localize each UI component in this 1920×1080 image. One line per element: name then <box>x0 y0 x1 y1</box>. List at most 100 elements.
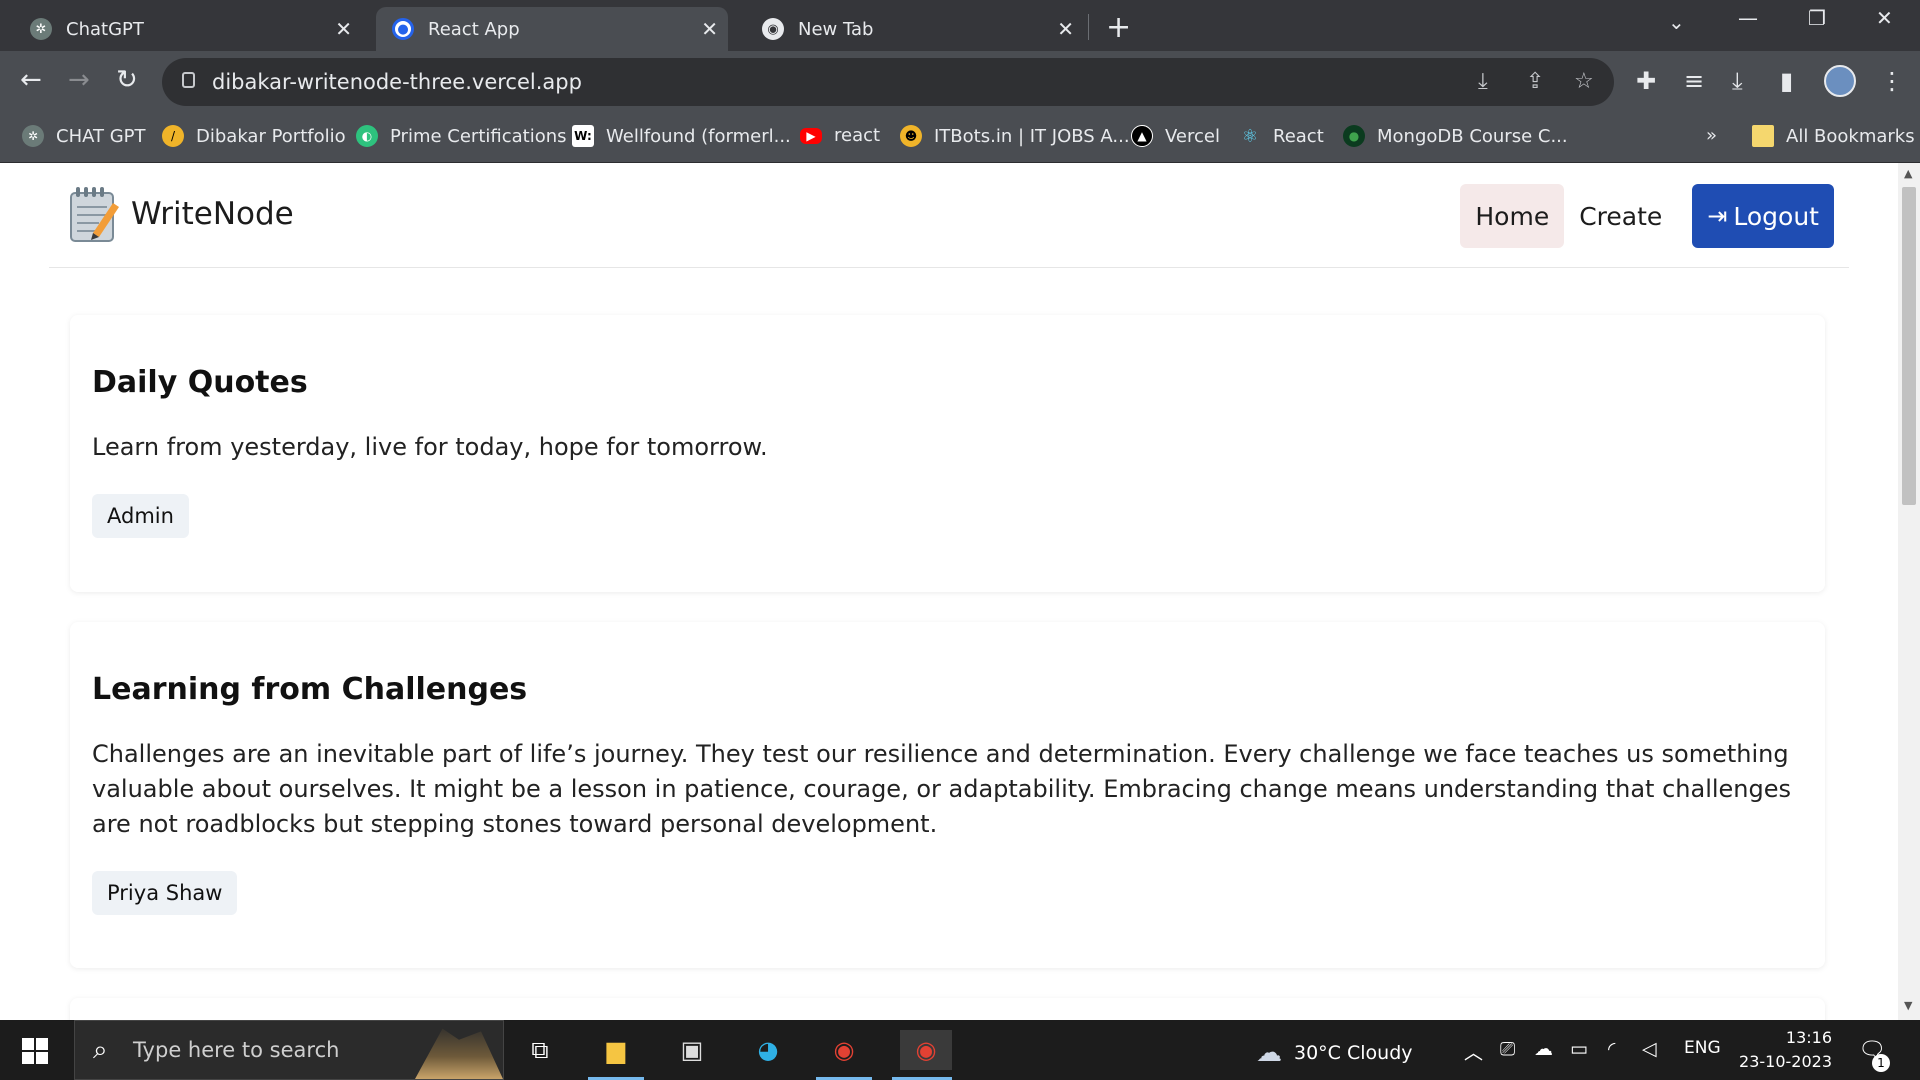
windows-start-icon[interactable] <box>22 1038 48 1064</box>
chrome-profile-icon[interactable]: ◉ <box>824 1030 864 1070</box>
mongodb-icon: ● <box>1343 125 1365 147</box>
tab-chatgpt[interactable]: ✲ ChatGPT ✕ <box>0 7 362 51</box>
tab-title: New Tab <box>798 18 874 40</box>
bookmark-label: CHAT GPT <box>56 125 146 147</box>
back-icon[interactable]: ← <box>20 65 42 95</box>
wifi-icon[interactable]: ◜ <box>1608 1038 1615 1060</box>
author-badge: Admin <box>92 494 189 538</box>
bookmark-react-youtube[interactable]: ▶ react <box>800 125 880 146</box>
clock[interactable]: 13:16 23-10-2023 <box>1732 1026 1832 1074</box>
youtube-icon: ▶ <box>800 127 822 144</box>
bookmark-chat-gpt[interactable]: ✲ CHAT GPT <box>22 125 146 147</box>
scroll-down-icon[interactable]: ▼ <box>1904 999 1912 1012</box>
bookmarks-overflow-icon[interactable]: » <box>1706 125 1717 146</box>
bookmark-itbots[interactable]: ☻ ITBots.in | IT JOBS A... <box>900 125 1130 147</box>
time: 13:16 <box>1785 1028 1832 1047</box>
url-text[interactable]: dibakar-writenode-three.vercel.app <box>212 70 582 94</box>
share-icon[interactable]: ⇪ <box>1526 69 1544 94</box>
taskbar-search[interactable]: ⌕ Type here to search <box>74 1020 504 1080</box>
language-indicator[interactable]: ENG <box>1684 1038 1721 1058</box>
side-panel-icon[interactable]: ▮ <box>1780 67 1793 95</box>
close-tab-icon[interactable]: ✕ <box>1057 17 1074 41</box>
bookmark-star-icon[interactable]: ☆ <box>1574 69 1594 94</box>
all-bookmarks[interactable]: All Bookmarks <box>1752 125 1915 147</box>
weather-widget[interactable]: ☁ 30°C Cloudy <box>1256 1038 1413 1068</box>
browser-toolbar: ← → ↻ dibakar-writenode-three.vercel.app… <box>0 51 1920 113</box>
close-tab-icon[interactable]: ✕ <box>701 17 718 41</box>
notification-count: 1 <box>1872 1054 1890 1072</box>
file-explorer-icon[interactable]: ▆ <box>596 1030 636 1070</box>
edge-icon[interactable]: ◕ <box>748 1030 788 1070</box>
menu-icon[interactable]: ⋮ <box>1880 67 1904 95</box>
web-page: WriteNode Home Create ⇥ Logout Daily Quo… <box>0 163 1898 1020</box>
site-navbar: WriteNode Home Create ⇥ Logout <box>49 163 1849 268</box>
post-body: Challenges are an inevitable part of lif… <box>92 740 1792 838</box>
search-input[interactable]: Type here to search <box>133 1038 339 1062</box>
notepad-logo-icon <box>69 185 119 243</box>
tab-search-icon[interactable]: ⌄ <box>1668 10 1685 34</box>
nav-home[interactable]: Home <box>1460 184 1565 248</box>
post-card: Daily Quotes Learn from yesterday, live … <box>70 315 1825 592</box>
page-scrollbar[interactable]: ▲ ▼ <box>1898 163 1920 1020</box>
terminal-icon[interactable]: ▣ <box>672 1030 712 1070</box>
reload-icon[interactable]: ↻ <box>116 65 138 95</box>
logout-icon: ⇥ <box>1707 202 1728 230</box>
address-bar[interactable]: dibakar-writenode-three.vercel.app ⤓ ⇪ ☆ <box>162 58 1614 106</box>
bookmark-label: React <box>1273 125 1324 147</box>
post-title[interactable]: Daily Quotes <box>92 365 1803 400</box>
chrome-icon: ◉ <box>762 18 784 40</box>
windows-taskbar: ⌕ Type here to search ⧉ ▆ ▣ ◕ ◉ ◉ ☁ 30°C… <box>0 1020 1920 1080</box>
bookmark-prime-certifications[interactable]: ◐ Prime Certifications <box>356 125 567 147</box>
vercel-icon: ▲ <box>1131 125 1153 147</box>
minimize-icon[interactable]: — <box>1738 6 1758 30</box>
bookmark-vercel[interactable]: ▲ Vercel <box>1131 125 1220 147</box>
nav-create[interactable]: Create <box>1564 184 1677 248</box>
prime-icon: ◐ <box>356 125 378 147</box>
task-view-icon[interactable]: ⧉ <box>520 1030 560 1070</box>
bookmark-dibakar-portfolio[interactable]: / Dibakar Portfolio <box>162 125 346 147</box>
restore-icon[interactable]: ❐ <box>1808 6 1826 30</box>
folder-icon <box>1752 125 1774 147</box>
bookmark-label: All Bookmarks <box>1786 125 1915 147</box>
bookmark-react[interactable]: ⚛ React <box>1239 125 1324 147</box>
scrollbar-thumb[interactable] <box>1902 187 1916 505</box>
bookmark-label: Prime Certifications <box>390 125 567 147</box>
post-title[interactable]: Learning from Challenges <box>92 672 1803 707</box>
extensions-icon[interactable]: ✚ <box>1636 67 1656 95</box>
battery-icon[interactable]: ▭ <box>1570 1038 1588 1060</box>
browser-chrome: ✲ ChatGPT ✕ ● React App ✕ ◉ New Tab ✕ + … <box>0 0 1920 163</box>
close-window-icon[interactable]: ✕ <box>1876 6 1893 30</box>
forward-icon[interactable]: → <box>68 65 90 95</box>
brand-name: WriteNode <box>131 196 294 232</box>
tab-new-tab[interactable]: ◉ New Tab ✕ <box>732 7 1084 51</box>
install-app-icon[interactable]: ⤓ <box>1478 69 1488 94</box>
media-queue-icon[interactable]: ≡ <box>1684 67 1704 95</box>
react-app-icon: ● <box>392 18 414 40</box>
downloads-icon[interactable]: ⤓ <box>1732 67 1743 95</box>
onedrive-icon[interactable]: ☁ <box>1534 1038 1553 1060</box>
logout-button[interactable]: ⇥ Logout <box>1692 184 1834 248</box>
new-tab-icon[interactable]: + <box>1106 10 1131 45</box>
author-badge: Priya Shaw <box>92 871 238 915</box>
profile-avatar[interactable] <box>1824 65 1856 97</box>
bookmark-label: ITBots.in | IT JOBS A... <box>934 125 1130 147</box>
meet-now-icon[interactable]: ⎚ <box>1500 1038 1515 1060</box>
chrome-icon[interactable]: ◉ <box>900 1030 952 1070</box>
volume-icon[interactable]: ◁ <box>1642 1038 1657 1060</box>
tab-react-app[interactable]: ● React App ✕ <box>376 7 728 51</box>
lock-icon[interactable] <box>182 72 195 88</box>
bookmark-label: Vercel <box>1165 125 1220 147</box>
wellfound-icon: W: <box>572 125 594 147</box>
close-tab-icon[interactable]: ✕ <box>335 17 352 41</box>
scroll-up-icon[interactable]: ▲ <box>1904 167 1912 180</box>
bookmark-wellfound[interactable]: W: Wellfound (formerl... <box>572 125 791 147</box>
show-hidden-icons[interactable]: ︿ <box>1464 1038 1483 1065</box>
post-card: Learning from Challenges Challenges are … <box>70 622 1825 968</box>
tab-title: ChatGPT <box>66 18 144 40</box>
bookmark-mongodb[interactable]: ● MongoDB Course C... <box>1343 125 1568 147</box>
chatgpt-icon: ✲ <box>22 125 44 147</box>
search-icon: ⌕ <box>93 1035 108 1065</box>
brand[interactable]: WriteNode <box>69 185 294 243</box>
tab-separator <box>1088 14 1089 40</box>
bookmark-label: Wellfound (formerl... <box>606 125 791 147</box>
